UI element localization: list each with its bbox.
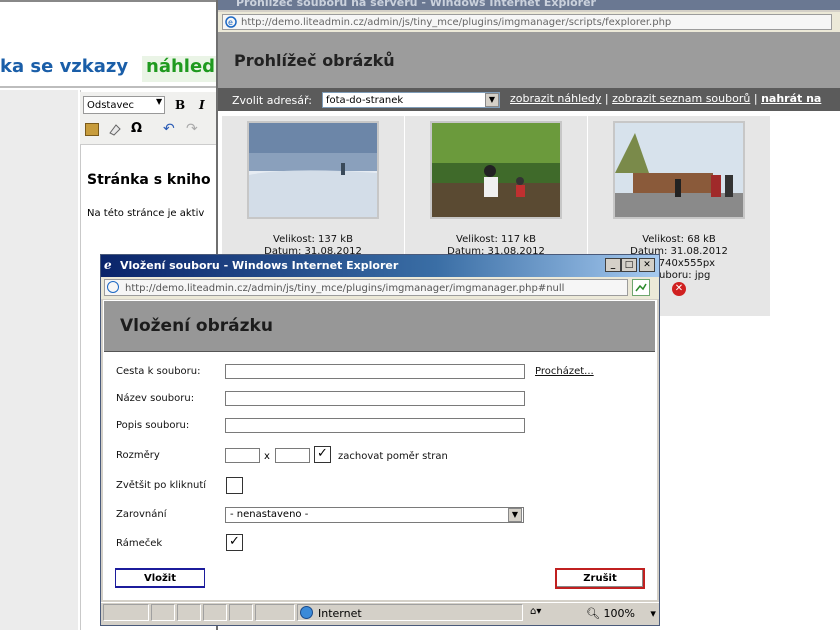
maximize-button[interactable]: □	[621, 258, 637, 272]
left-panel	[0, 90, 78, 630]
explorer-url[interactable]: http://demo.liteadmin.cz/admin/js/tiny_m…	[222, 14, 832, 30]
undo-icon[interactable]: ↶	[163, 121, 175, 137]
bold-button[interactable]: B	[175, 98, 185, 112]
page-icon: e	[225, 16, 237, 28]
status-pane	[229, 604, 253, 621]
status-pane	[203, 604, 227, 621]
image-size: Velikost: 68 kB	[642, 234, 716, 245]
svg-text:e: e	[228, 18, 233, 27]
image-thumbnail[interactable]	[430, 121, 562, 219]
explorer-title: Prohlížeč souborů na serveru - Windows I…	[218, 0, 840, 10]
keep-ratio-checkbox[interactable]: ✓	[314, 446, 331, 463]
explorer-heading: Prohlížeč obrázků	[234, 51, 395, 70]
name-label: Název souboru:	[116, 393, 195, 404]
preview-link[interactable]: náhled s	[142, 56, 224, 82]
image-size: Velikost: 117 kB	[456, 234, 536, 245]
dialog-title: Vložení souboru - Windows Internet Explo…	[120, 259, 399, 272]
dialog-heading: Vložení obrázku	[120, 316, 273, 336]
chevron-down-icon[interactable]: ▼	[156, 97, 162, 106]
enlarge-checkbox[interactable]	[226, 477, 243, 494]
image-thumbnail[interactable]	[247, 121, 379, 219]
height-input[interactable]	[275, 448, 310, 463]
globe-icon	[300, 606, 313, 619]
compatibility-icon[interactable]	[632, 279, 650, 296]
browse-link[interactable]: Procházet...	[535, 366, 594, 377]
background-divider	[0, 0, 220, 2]
dialog-url[interactable]: http://demo.liteadmin.cz/admin/js/tiny_m…	[104, 279, 628, 296]
show-file-list-link[interactable]: zobrazit seznam souborů	[612, 92, 750, 105]
description-input[interactable]	[225, 418, 525, 433]
format-select[interactable]: Odstavec	[83, 96, 165, 114]
show-thumbnails-link[interactable]: zobrazit náhledy	[510, 92, 601, 105]
link-separator: |	[604, 92, 609, 105]
zoom-level: 100%	[603, 607, 635, 620]
insert-button[interactable]: Vložit	[115, 568, 205, 588]
chevron-down-icon[interactable]: ▼	[508, 508, 522, 522]
minimize-button[interactable]: _	[605, 258, 621, 272]
paste-icon[interactable]	[85, 123, 99, 136]
close-button[interactable]: ✕	[639, 258, 655, 272]
upload-link[interactable]: nahrát na	[761, 92, 821, 105]
editor-toolbar-row-2	[80, 118, 220, 145]
ie-icon: e	[104, 258, 112, 272]
directory-label: Zvolit adresář:	[232, 94, 312, 107]
image-size: Velikost: 137 kB	[273, 234, 353, 245]
status-pane	[151, 604, 175, 621]
link-separator: |	[753, 92, 758, 105]
editor-paragraph: Na této stránce je aktiv	[87, 208, 205, 219]
view-links: zobrazit náhledy | zobrazit seznam soubo…	[510, 92, 821, 105]
italic-button[interactable]: I	[199, 98, 205, 112]
image-thumbnail[interactable]	[613, 121, 745, 219]
align-label: Zarovnání	[116, 509, 167, 520]
editor-heading: Stránka s kniho	[87, 172, 211, 188]
dimension-separator: x	[264, 451, 270, 462]
width-input[interactable]	[225, 448, 260, 463]
status-pane	[103, 604, 149, 621]
eraser-icon[interactable]	[108, 123, 122, 136]
heading-divider	[0, 86, 220, 88]
chevron-down-icon[interactable]: ▼	[485, 93, 499, 107]
chevron-down-icon: ▾	[650, 607, 656, 620]
enlarge-label: Zvětšit po kliknutí	[116, 480, 207, 491]
zone-label: Internet	[318, 607, 362, 620]
status-pane	[177, 604, 201, 621]
dimensions-label: Rozměry	[116, 450, 160, 461]
border-label: Rámeček	[116, 538, 163, 549]
page-icon	[107, 281, 119, 293]
status-pane	[255, 604, 295, 621]
border-checkbox[interactable]: ✓	[226, 534, 243, 551]
description-label: Popis souboru:	[116, 420, 190, 431]
path-input[interactable]	[225, 364, 525, 379]
path-label: Cesta k souboru:	[116, 366, 201, 377]
delete-icon[interactable]: ✕	[672, 282, 686, 296]
align-select[interactable]: - nenastaveno -	[225, 507, 524, 523]
name-input[interactable]	[225, 391, 525, 406]
cancel-button[interactable]: Zrušit	[555, 568, 645, 589]
zoom-icon: 🔍︎	[586, 607, 600, 620]
zoom-control[interactable]: 🔍︎ 100% ▾	[586, 607, 656, 620]
page-heading: ka se vzkazy	[0, 56, 129, 77]
security-icon[interactable]: ⌂▾	[530, 606, 541, 617]
omega-icon[interactable]: Ω	[131, 121, 142, 136]
redo-icon[interactable]: ↷	[186, 121, 198, 137]
directory-select[interactable]: fota-do-stranek	[322, 92, 500, 108]
keep-ratio-label: zachovat poměr stran	[338, 451, 448, 462]
